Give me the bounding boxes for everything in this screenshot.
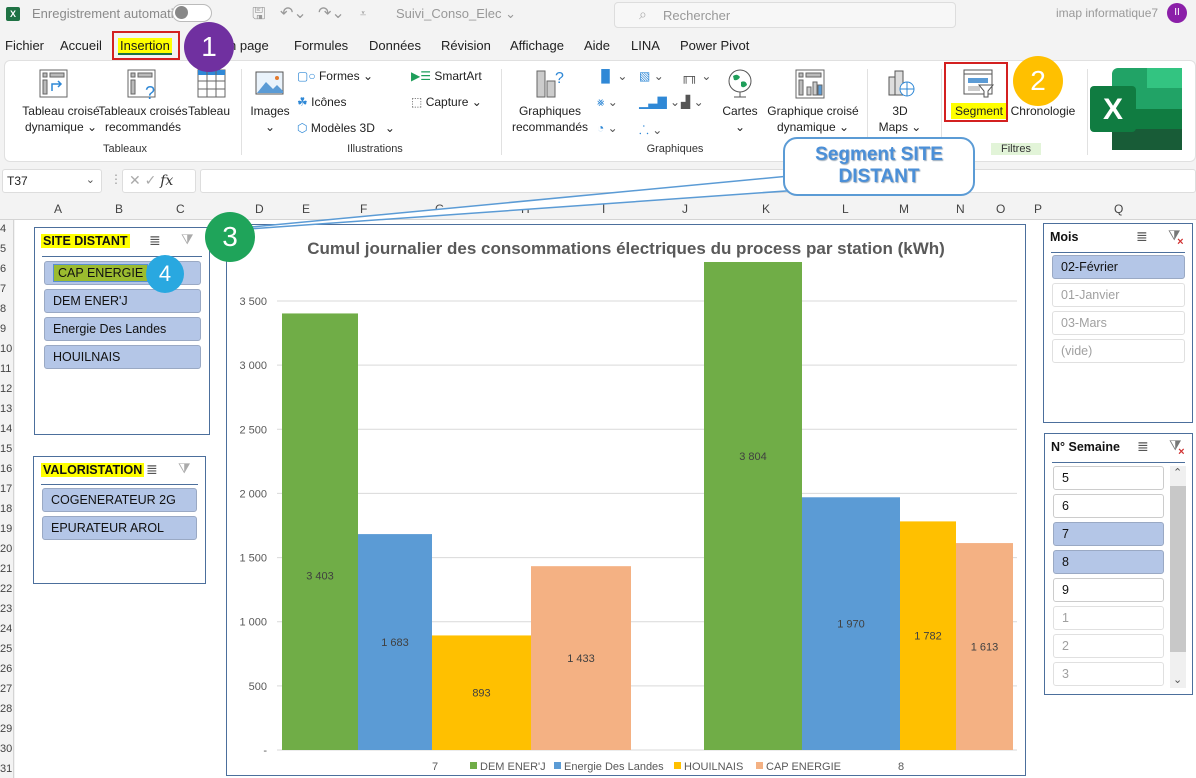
callout-line-2: DISTANT <box>838 166 920 187</box>
step-badge-1: 1 <box>184 22 234 72</box>
step-badge-4: 4 <box>146 255 184 293</box>
callout-segment-site-distant: Segment SITE DISTANT <box>783 137 975 196</box>
step-badge-3: 3 <box>205 212 255 262</box>
step-badge-2: 2 <box>1013 56 1063 106</box>
callout-pointer <box>205 174 801 233</box>
callout-line-1: Segment SITE <box>815 144 943 165</box>
